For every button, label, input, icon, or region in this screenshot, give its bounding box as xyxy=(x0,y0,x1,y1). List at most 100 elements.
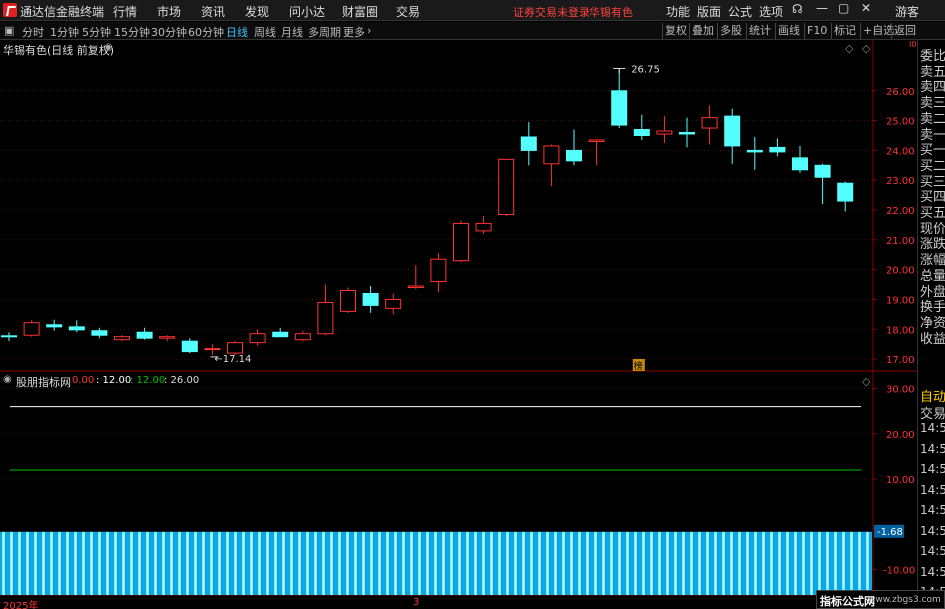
candlestick[interactable] xyxy=(769,138,786,157)
menu-item-quotes[interactable]: 行情 xyxy=(113,3,137,20)
candlestick[interactable] xyxy=(1,332,17,342)
period-tab-weekly[interactable]: 周线 xyxy=(254,24,276,40)
candlestick[interactable] xyxy=(227,341,243,355)
candlestick[interactable] xyxy=(249,329,266,346)
button-mark[interactable]: 标记 xyxy=(831,23,858,39)
button-multi-stock[interactable]: 多股 xyxy=(717,23,744,39)
menu-item-options[interactable]: 选项 xyxy=(759,3,783,20)
indicator-expand-icon[interactable]: ◇ xyxy=(862,375,870,388)
period-tab-60min[interactable]: 60分钟 xyxy=(188,24,224,40)
menu-item-news[interactable]: 资讯 xyxy=(201,3,225,20)
candlestick[interactable] xyxy=(159,335,176,342)
period-tab-minute-chart[interactable]: 分时 xyxy=(22,24,44,40)
trade-time[interactable]: 14:56 xyxy=(920,524,945,538)
menu-item-market[interactable]: 市场 xyxy=(157,3,181,20)
candlestick[interactable] xyxy=(724,108,741,164)
trade-time[interactable]: 14:56 xyxy=(920,421,945,435)
minimize-icon[interactable]: — xyxy=(816,1,828,15)
period-tab-more[interactable]: 更多 xyxy=(343,24,365,40)
candlestick[interactable] xyxy=(68,320,85,333)
dropdown-icon[interactable]: ◉ xyxy=(104,42,113,53)
candlestick[interactable] xyxy=(362,286,379,313)
low-marker-label: ←17.14 xyxy=(214,354,251,365)
period-tab-multi[interactable]: 多周期 xyxy=(308,24,341,40)
candlestick[interactable] xyxy=(520,122,537,166)
menu-item-trade[interactable]: 交易 xyxy=(396,3,420,20)
trade-label[interactable]: 交易 xyxy=(920,403,945,422)
candlestick[interactable] xyxy=(746,136,763,170)
button-stats[interactable]: 统计 xyxy=(746,23,773,39)
menu-item-xiaoda[interactable]: 问小达 xyxy=(289,3,325,20)
button-f10[interactable]: F10 xyxy=(804,23,829,39)
candlestick[interactable] xyxy=(566,129,582,166)
kline-chart[interactable]: 26.00 25.00 24.00 23.00 22.00 21.00 20.00 19.00… xyxy=(0,40,945,609)
candlestick[interactable] xyxy=(340,287,356,313)
x-axis-label-year: 2025年 xyxy=(3,601,39,609)
trade-time[interactable]: 14:56 xyxy=(920,565,945,579)
candlestick[interactable] xyxy=(792,145,808,173)
diamond-icon[interactable]: ◇ xyxy=(845,42,853,55)
candlestick[interactable] xyxy=(588,139,605,166)
candlestick[interactable] xyxy=(656,116,673,143)
trade-time[interactable]: 14:56 xyxy=(920,483,945,497)
button-adjust[interactable]: 复权 xyxy=(662,23,689,39)
period-tab-1min[interactable]: 1分钟 xyxy=(50,24,79,40)
candlestick[interactable] xyxy=(136,327,153,340)
candlestick[interactable] xyxy=(23,320,40,337)
period-tab-15min[interactable]: 15分钟 xyxy=(114,24,150,40)
candlestick[interactable] xyxy=(294,330,311,342)
menu-item-discover[interactable]: 发现 xyxy=(245,3,269,20)
candlestick[interactable] xyxy=(272,327,289,338)
button-draw[interactable]: 画线 xyxy=(775,23,802,39)
menu-item-formula[interactable]: 公式 xyxy=(728,3,752,20)
candlestick[interactable] xyxy=(611,68,628,129)
expand-icon[interactable]: ◇ xyxy=(862,42,870,55)
guest-label[interactable]: 游客 xyxy=(895,3,919,20)
trade-time[interactable]: 14:56 xyxy=(920,442,945,456)
candlestick[interactable] xyxy=(385,293,402,315)
trade-login-notice[interactable]: 证券交易未登录 xyxy=(513,4,590,20)
app-title: 通达信金融终端 xyxy=(20,5,105,19)
candlestick[interactable] xyxy=(317,284,334,336)
candlestick[interactable] xyxy=(498,158,515,216)
chart-title[interactable]: 华锡有色(日线 前复权) xyxy=(3,42,114,58)
trade-time[interactable]: 14:56 xyxy=(920,503,945,517)
candlestick[interactable] xyxy=(701,105,718,145)
candle-body-down xyxy=(566,149,582,162)
menu-item-layout[interactable]: 版面 xyxy=(697,3,721,20)
menu-item-wealth-circle[interactable]: 财富圈 xyxy=(342,3,378,20)
candlestick[interactable] xyxy=(430,253,447,292)
trade-time[interactable]: 14:56 xyxy=(920,462,945,476)
candlestick[interactable] xyxy=(407,265,424,290)
indicator-title[interactable]: 股朋指标网 xyxy=(16,374,71,390)
period-tab-5min[interactable]: 5分钟 xyxy=(82,24,111,40)
price-tick-label: 26.00 xyxy=(886,87,915,98)
quote-field-label: 收益 xyxy=(920,331,945,347)
candlestick[interactable] xyxy=(837,181,854,212)
close-icon[interactable]: ✕ xyxy=(861,1,871,15)
candlestick[interactable] xyxy=(475,215,492,234)
trade-time[interactable]: 14:56 xyxy=(920,544,945,558)
button-back[interactable]: 返回 xyxy=(891,23,918,39)
candlestick[interactable] xyxy=(114,335,130,342)
button-overlay[interactable]: 叠加 xyxy=(689,23,716,39)
candlestick[interactable] xyxy=(633,114,650,140)
candlestick[interactable] xyxy=(181,338,198,354)
menu-item-functions[interactable]: 功能 xyxy=(666,3,690,20)
period-tab-daily[interactable]: 日线 xyxy=(226,24,248,40)
candlestick[interactable] xyxy=(814,163,831,205)
candlestick[interactable] xyxy=(679,117,695,148)
price-tick-label: 24.00 xyxy=(886,146,915,157)
candlestick[interactable] xyxy=(453,220,469,263)
headset-icon[interactable]: ☊ xyxy=(792,2,803,16)
candle-body-up xyxy=(23,322,40,336)
restore-icon[interactable]: ▢ xyxy=(838,1,849,15)
period-tab-monthly[interactable]: 月线 xyxy=(281,24,303,40)
chart-area[interactable]: 26.00 25.00 24.00 23.00 22.00 21.00 20.00 19.00… xyxy=(0,40,945,609)
square-icon[interactable]: ▣ xyxy=(4,24,14,37)
chevron-right-icon[interactable]: › xyxy=(367,24,371,37)
period-tab-30min[interactable]: 30分钟 xyxy=(151,24,187,40)
candle-body-up xyxy=(453,222,469,262)
indicator-bar-fill[interactable] xyxy=(0,531,872,595)
indicator-toggle-icon[interactable]: ◉ xyxy=(3,374,12,385)
